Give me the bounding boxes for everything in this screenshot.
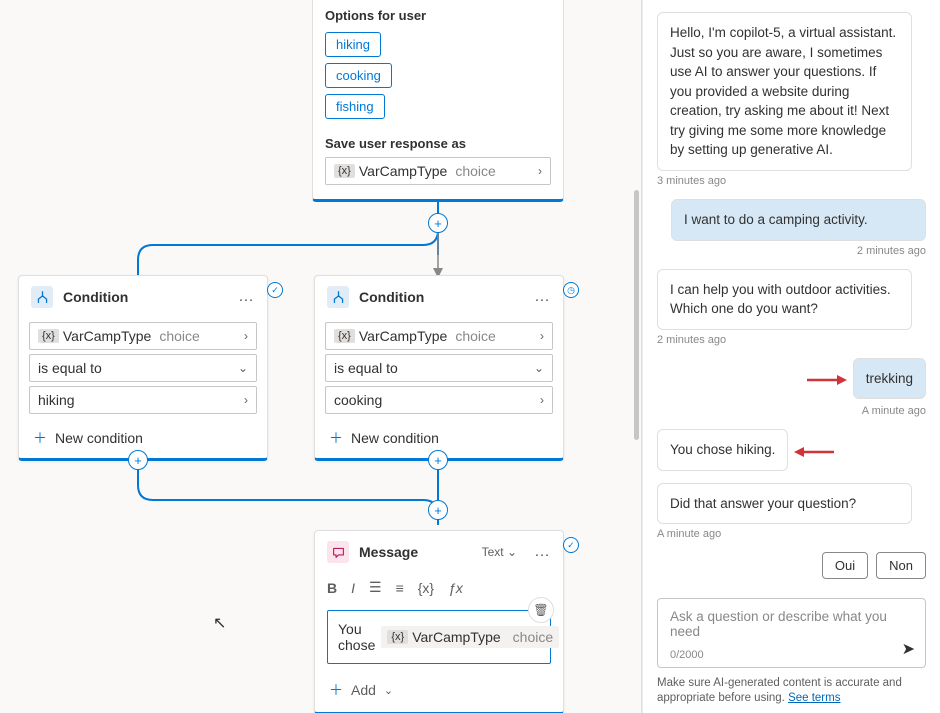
chevron-right-icon: › [244, 329, 248, 343]
options-node: Options for user hiking cooking fishing … [312, 0, 564, 202]
add-node-button[interactable] [128, 450, 148, 470]
bullet-list-button[interactable]: ☰ [369, 579, 382, 596]
variable-icon: {x} [38, 329, 59, 343]
message-node[interactable]: ✓ Message Text ⌄ … B I ☰ ≡ {x} ƒx 🗑 You … [314, 530, 564, 713]
node-menu-button[interactable]: … [533, 289, 551, 305]
variable-field[interactable]: {x} VarCampType choice › [29, 322, 257, 350]
add-message-button[interactable]: ＋ Add ⌄ [315, 672, 563, 712]
variable-button[interactable]: {x} [418, 580, 434, 596]
variable-icon: {x} [334, 329, 355, 343]
authoring-canvas[interactable]: Options for user hiking cooking fishing … [0, 0, 642, 713]
rich-text-toolbar: B I ☰ ≡ {x} ƒx [315, 573, 563, 602]
timestamp: A minute ago [657, 405, 926, 417]
bot-message: Did that answer your question? [657, 483, 912, 525]
node-menu-button[interactable]: … [237, 289, 255, 305]
formula-button[interactable]: ƒx [448, 580, 463, 596]
node-menu-button[interactable]: … [533, 544, 551, 560]
timestamp: 2 minutes ago [657, 334, 926, 346]
scrollbar[interactable] [634, 190, 639, 440]
send-icon[interactable]: ➤ [902, 639, 915, 659]
save-response-label: Save user response as [325, 136, 551, 151]
quick-replies: Oui Non [657, 552, 926, 579]
message-type-label[interactable]: Text ⌄ [482, 545, 517, 559]
branch-icon [31, 286, 53, 308]
chevron-down-icon: ⌄ [238, 361, 248, 375]
bot-message: You chose hiking. [657, 429, 788, 471]
plus-icon: ＋ [329, 428, 343, 448]
variable-icon: {x} [387, 630, 408, 644]
variable-field[interactable]: {x} VarCampType choice › [325, 157, 551, 185]
chevron-right-icon: › [538, 164, 542, 178]
annotation-arrow-icon [805, 372, 847, 388]
variable-icon: {x} [334, 164, 355, 178]
timestamp: A minute ago [657, 528, 926, 540]
value-field[interactable]: hiking › [29, 386, 257, 414]
chevron-down-icon: ⌄ [534, 361, 544, 375]
timestamp: 2 minutes ago [657, 245, 926, 257]
ai-disclaimer: Make sure AI-generated content is accura… [643, 676, 940, 713]
user-message: trekking [853, 358, 926, 400]
user-message: I want to do a camping activity. [671, 199, 926, 241]
chat-input[interactable]: Ask a question or describe what you need… [657, 598, 926, 668]
status-clock-icon: ◷ [563, 282, 579, 298]
status-check-icon: ✓ [267, 282, 283, 298]
chevron-right-icon: › [244, 393, 248, 407]
chat-input-placeholder: Ask a question or describe what you need [670, 609, 913, 643]
message-body-input[interactable]: 🗑 You chose {x} VarCampType choice [327, 610, 551, 664]
annotation-arrow-icon [794, 444, 836, 460]
condition-node-2[interactable]: ◷ Condition … {x} VarCampType choice › i… [314, 275, 564, 461]
timestamp: 3 minutes ago [657, 175, 926, 187]
bold-button[interactable]: B [327, 580, 337, 596]
bot-message: Hello, I'm copilot-5, a virtual assistan… [657, 12, 912, 171]
char-count: 0/2000 [670, 649, 913, 661]
chevron-right-icon: › [540, 393, 544, 407]
italic-button[interactable]: I [351, 580, 355, 596]
condition-node-1[interactable]: ✓ Condition … {x} VarCampType choice › i… [18, 275, 268, 461]
quick-reply-yes[interactable]: Oui [822, 552, 868, 579]
operator-field[interactable]: is equal to ⌄ [29, 354, 257, 382]
variable-field[interactable]: {x} VarCampType choice › [325, 322, 553, 350]
add-node-button[interactable] [428, 450, 448, 470]
value-field[interactable]: cooking › [325, 386, 553, 414]
numbered-list-button[interactable]: ≡ [396, 580, 404, 596]
terms-link[interactable]: See terms [788, 692, 840, 704]
add-node-button[interactable] [428, 213, 448, 233]
options-title: Options for user [325, 8, 551, 23]
option-chip[interactable]: fishing [325, 94, 385, 119]
test-chat-panel: Hello, I'm copilot-5, a virtual assistan… [642, 0, 940, 713]
status-check-icon: ✓ [563, 537, 579, 553]
bot-message: I can help you with outdoor activities. … [657, 269, 912, 330]
operator-field[interactable]: is equal to ⌄ [325, 354, 553, 382]
add-node-button[interactable] [428, 500, 448, 520]
delete-icon[interactable]: 🗑 [528, 597, 554, 623]
option-chip[interactable]: hiking [325, 32, 381, 57]
cursor-icon: ↖ [213, 613, 226, 633]
branch-icon [327, 286, 349, 308]
option-chip[interactable]: cooking [325, 63, 392, 88]
plus-icon: ＋ [33, 428, 47, 448]
plus-icon: ＋ [329, 680, 343, 700]
chevron-right-icon: › [540, 329, 544, 343]
chevron-down-icon: ⌄ [384, 684, 393, 697]
message-icon [327, 541, 349, 563]
quick-reply-no[interactable]: Non [876, 552, 926, 579]
